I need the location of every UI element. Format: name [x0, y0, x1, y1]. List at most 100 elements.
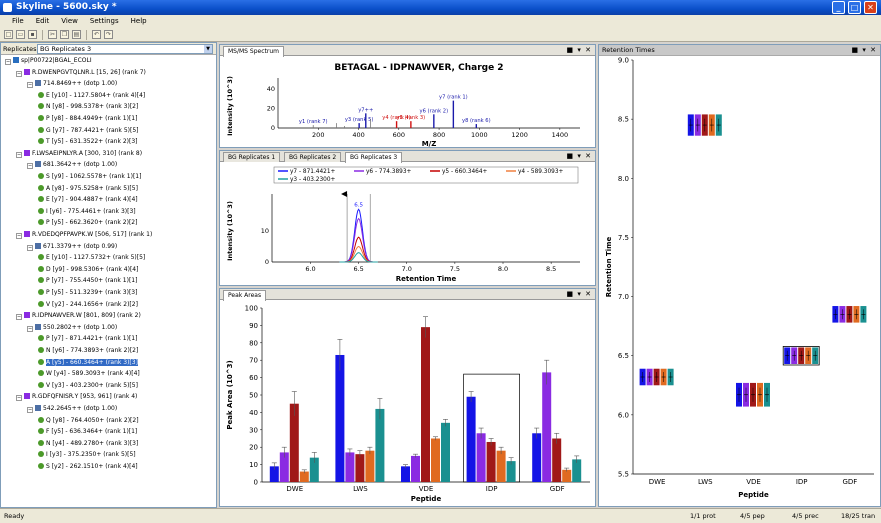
tree-row[interactable]: − 550.2802++ (dotp 1.00)	[27, 323, 117, 332]
tree-row[interactable]: S [y9] - 1062.5578+ (rank 1)[1]	[38, 173, 141, 181]
transition-icon	[38, 126, 44, 133]
tree-row[interactable]: − R.VDEDQPFPAVPK.W [506, 517] (rank 1)	[16, 231, 152, 239]
replicate-select[interactable]: BG Replicates 3 ▼	[37, 44, 213, 54]
tree-row[interactable]: P [y5] - 511.3239+ (rank 3)[3]	[38, 289, 137, 297]
chevron-down-icon[interactable]: ▼	[204, 45, 212, 53]
x-tick-label: 800	[433, 131, 445, 139]
y-tick-label: 70	[249, 357, 258, 365]
tree-row[interactable]: D [y9] - 998.5306+ (rank 4)[4]	[38, 265, 138, 274]
tree-row[interactable]: − R.IDPNAWVER.W [801, 809] (rank 2)	[16, 312, 141, 321]
collapse-icon[interactable]: −	[27, 82, 33, 89]
y-axis-title: Peak Area (10^3)	[226, 360, 234, 429]
save-icon[interactable]: ▪	[28, 30, 37, 39]
legend-label: y7 - 871.4421+	[290, 169, 336, 175]
collapse-icon[interactable]: −	[16, 233, 22, 239]
tree-row[interactable]: − 671.3379++ (dotp 0.99)	[27, 242, 117, 251]
transition-icon	[38, 451, 44, 458]
collapse-icon[interactable]: −	[27, 325, 33, 332]
tree-row[interactable]: E [y10] - 1127.5732+ (rank 5)[5]	[38, 254, 145, 262]
panel-controls[interactable]: ■ ▾ ✕	[567, 289, 592, 300]
tree-row[interactable]: E [y10] - 1127.5804+ (rank 4)[4]	[38, 91, 145, 100]
menu-file[interactable]: File	[6, 15, 30, 28]
transition-icon	[38, 138, 44, 145]
panel-controls[interactable]: ■ ▾ ✕	[567, 151, 592, 162]
legend-label: y6 - 774.3893+	[366, 169, 412, 175]
tab-replicate-1[interactable]: BG Replicates 1	[223, 152, 281, 162]
paste-icon[interactable]: ▤	[72, 30, 81, 39]
collapse-icon[interactable]: −	[27, 407, 33, 413]
peptide-icon	[24, 231, 30, 237]
collapse-icon[interactable]: −	[27, 163, 33, 170]
legend-label: y4 - 589.3093+	[518, 169, 564, 175]
tree-row[interactable]: N [y4] - 489.2780+ (rank 3)[3]	[38, 439, 138, 448]
tree-row[interactable]: − F.LWSAEIPNLYR.A [300, 310] (rank 8)	[16, 149, 142, 158]
tree-row[interactable]: − sp|P00722|BGAL_ECOLI	[5, 57, 92, 65]
tree-row[interactable]: P [y8] - 884.4949+ (rank 1)[1]	[38, 115, 137, 123]
transition-icon	[38, 463, 44, 469]
collapse-icon[interactable]: −	[16, 314, 22, 321]
collapse-icon[interactable]: −	[16, 395, 22, 402]
copy-icon[interactable]: ❐	[60, 30, 69, 39]
menu-view[interactable]: View	[55, 15, 84, 28]
panel-controls[interactable]: ■ ▾ ✕	[567, 45, 592, 56]
tree-row-label: I [y3] - 375.2350+ (rank 5)[5]	[46, 451, 136, 459]
menu-settings[interactable]: Settings	[84, 15, 125, 28]
tree-row[interactable]: E [y7] - 904.4887+ (rank 4)[4]	[38, 196, 138, 204]
transition-icon	[38, 184, 44, 191]
panel-controls[interactable]: ■ ▾ ✕	[852, 45, 877, 56]
collapse-icon[interactable]: −	[16, 70, 22, 77]
tree-row[interactable]: F [y5] - 636.3464+ (rank 1)[1]	[38, 428, 137, 436]
transition-icon	[38, 265, 44, 272]
collapse-icon[interactable]: −	[27, 244, 33, 251]
tree-row[interactable]: − 681.3642++ (dotp 1.00)	[27, 161, 117, 170]
tree-row[interactable]: − R.GDFQFNISR.Y [953, 961] (rank 4)	[16, 393, 137, 402]
collapse-icon[interactable]: −	[16, 151, 22, 158]
minimize-button[interactable]: _	[832, 1, 845, 14]
tree-row-label: P [y5] - 511.3239+ (rank 3)[3]	[46, 289, 138, 296]
tree-row[interactable]: V [y3] - 403.2300+ (rank 5)[5]	[38, 381, 138, 390]
tab-replicate-2[interactable]: BG Replicates 2	[284, 152, 342, 162]
tree-row[interactable]: − R.DWENPGVTQLNR.L [15, 26] (rank 7)	[16, 68, 146, 77]
x-tick-label: 1200	[511, 131, 528, 139]
tree-row[interactable]: − 542.2645++ (dotp 1.00)	[27, 405, 117, 413]
area-bar	[476, 433, 486, 482]
tree-row[interactable]: P [y7] - 871.4421+ (rank 1)[1]	[38, 335, 137, 343]
transition-icon	[38, 347, 44, 353]
tree-row[interactable]: I [y3] - 375.2350+ (rank 5)[5]	[38, 451, 136, 459]
tree-row[interactable]: W [y4] - 589.3093+ (rank 4)[4]	[38, 370, 140, 378]
open-icon[interactable]: ▭	[16, 30, 25, 39]
tree-row[interactable]: − 714.8469++ (dotp 1.00)	[27, 80, 117, 89]
tree-view[interactable]: − sp|P00722|BGAL_ECOLI − R.DWENPGVTQLNR.L […	[1, 56, 216, 507]
redo-icon[interactable]: ↷	[104, 30, 113, 39]
tree-row[interactable]: I [y6] - 775.4461+ (rank 3)[3]	[38, 207, 136, 216]
tree-row-label: sp|P00722|BGAL_ECOLI	[21, 57, 92, 64]
tree-row[interactable]: V [y2] - 244.1656+ (rank 2)[2]	[38, 300, 138, 309]
tree-row[interactable]: Q [y8] - 764.4050+ (rank 2)[2]	[38, 416, 139, 425]
tree-row[interactable]: P [y5] - 662.3620+ (rank 2)[2]	[38, 219, 137, 227]
y-tick-label: 8.5	[618, 116, 629, 124]
x-tick-label: 1400	[552, 131, 569, 139]
menu-edit[interactable]: Edit	[30, 15, 56, 28]
tree-row[interactable]: P [y7] - 755.4450+ (rank 1)[1]	[38, 277, 137, 285]
tree-row[interactable]: S [y2] - 262.1510+ (rank 4)[4]	[38, 463, 138, 471]
cut-icon[interactable]: ✂	[48, 30, 57, 39]
transition-icon	[38, 207, 44, 214]
tree-row-label: P [y7] - 755.4450+ (rank 1)[1]	[46, 277, 138, 285]
tree-row[interactable]: G [y7] - 787.4421+ (rank 5)[5]	[38, 126, 138, 135]
tree-row-label: S [y2] - 262.1510+ (rank 4)[4]	[46, 463, 138, 470]
tree-row-label: V [y3] - 403.2300+ (rank 5)[5]	[46, 381, 138, 389]
tree-row[interactable]: T [y5] - 631.3522+ (rank 2)[3]	[38, 138, 138, 146]
menu-help[interactable]: Help	[125, 15, 153, 28]
area-bar	[552, 438, 562, 482]
maximize-button[interactable]: □	[848, 1, 861, 14]
new-icon[interactable]: □	[4, 30, 13, 39]
close-button[interactable]: ✕	[864, 1, 877, 14]
title-bar: Skyline - 5600.sky * _ □ ✕	[0, 0, 881, 15]
tree-row[interactable]: A [y5] - 660.3464+ (rank 3)[3]	[38, 358, 138, 367]
tree-row[interactable]: N [y6] - 774.3893+ (rank 2)[2]	[38, 347, 138, 355]
tree-row[interactable]: A [y8] - 975.5258+ (rank 5)[5]	[38, 184, 138, 193]
undo-icon[interactable]: ↶	[92, 30, 101, 39]
tree-row-label: P [y8] - 884.4949+ (rank 1)[1]	[46, 115, 138, 122]
collapse-icon[interactable]: −	[5, 59, 11, 65]
tree-row[interactable]: N [y8] - 998.5378+ (rank 3)[2]	[38, 103, 138, 111]
